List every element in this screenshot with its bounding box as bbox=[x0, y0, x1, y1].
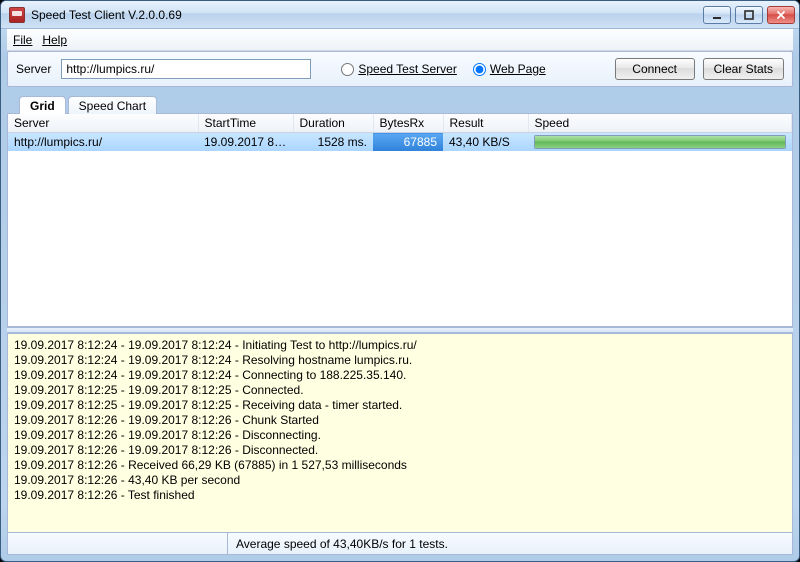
radio-web-page-label: Web Page bbox=[490, 62, 546, 76]
table-row[interactable]: http://lumpics.ru/ 19.09.2017 8:... 1528… bbox=[8, 133, 792, 152]
window-title: Speed Test Client V.2.0.0.69 bbox=[31, 8, 182, 22]
col-bytes-rx[interactable]: BytesRx bbox=[373, 114, 443, 133]
server-url-input[interactable] bbox=[61, 59, 311, 79]
radio-web-page[interactable]: Web Page bbox=[473, 62, 546, 76]
minimize-button[interactable] bbox=[703, 6, 731, 24]
server-label: Server bbox=[16, 62, 51, 76]
clear-stats-button[interactable]: Clear Stats bbox=[703, 58, 784, 80]
radio-web-page-input[interactable] bbox=[473, 63, 486, 76]
speed-progress-bar bbox=[534, 135, 786, 149]
menu-file[interactable]: File bbox=[13, 33, 32, 47]
mode-radio-group: Speed Test Server Web Page bbox=[341, 62, 545, 76]
col-start-time[interactable]: StartTime bbox=[198, 114, 293, 133]
radio-speed-test-server[interactable]: Speed Test Server bbox=[341, 62, 457, 76]
col-duration[interactable]: Duration bbox=[293, 114, 373, 133]
radio-speed-test-server-label: Speed Test Server bbox=[358, 62, 457, 76]
cell-result: 43,40 KB/S bbox=[443, 133, 528, 152]
speed-progress-fill bbox=[535, 136, 785, 148]
tabstrip: Grid Speed Chart bbox=[7, 93, 793, 113]
col-result[interactable]: Result bbox=[443, 114, 528, 133]
menubar: File Help bbox=[7, 29, 793, 51]
col-server[interactable]: Server bbox=[8, 114, 198, 133]
cell-start-time: 19.09.2017 8:... bbox=[198, 133, 293, 152]
results-grid[interactable]: Server StartTime Duration BytesRx Result… bbox=[8, 114, 792, 326]
tab-speed-chart[interactable]: Speed Chart bbox=[68, 96, 157, 114]
menu-help[interactable]: Help bbox=[42, 33, 67, 47]
tabs-shell: Grid Speed Chart bbox=[7, 93, 793, 327]
cell-bytes-rx: 67885 bbox=[373, 133, 443, 152]
log-panel[interactable]: 19.09.2017 8:12:24 - 19.09.2017 8:12:24 … bbox=[7, 333, 793, 533]
statusbar: Average speed of 43,40KB/s for 1 tests. bbox=[7, 533, 793, 555]
statusbar-cell-empty bbox=[8, 533, 228, 554]
app-icon bbox=[9, 7, 25, 23]
col-speed[interactable]: Speed bbox=[528, 114, 792, 133]
table-header-row: Server StartTime Duration BytesRx Result… bbox=[8, 114, 792, 133]
maximize-button[interactable] bbox=[735, 6, 763, 24]
cell-speed bbox=[528, 133, 792, 152]
connect-button[interactable]: Connect bbox=[615, 58, 695, 80]
cell-duration: 1528 ms. bbox=[293, 133, 373, 152]
radio-speed-test-server-input[interactable] bbox=[341, 63, 354, 76]
client-area: Server Speed Test Server Web Page Connec… bbox=[7, 51, 793, 555]
server-panel: Server Speed Test Server Web Page Connec… bbox=[7, 51, 793, 87]
cell-server: http://lumpics.ru/ bbox=[8, 133, 198, 152]
app-window: Speed Test Client V.2.0.0.69 File Help S… bbox=[0, 0, 800, 562]
close-button[interactable] bbox=[767, 6, 795, 24]
titlebar[interactable]: Speed Test Client V.2.0.0.69 bbox=[1, 1, 799, 29]
tab-body: Server StartTime Duration BytesRx Result… bbox=[7, 113, 793, 327]
window-controls bbox=[703, 6, 795, 24]
statusbar-text: Average speed of 43,40KB/s for 1 tests. bbox=[228, 537, 456, 551]
tab-grid[interactable]: Grid bbox=[19, 96, 66, 114]
results-table: Server StartTime Duration BytesRx Result… bbox=[8, 114, 792, 151]
